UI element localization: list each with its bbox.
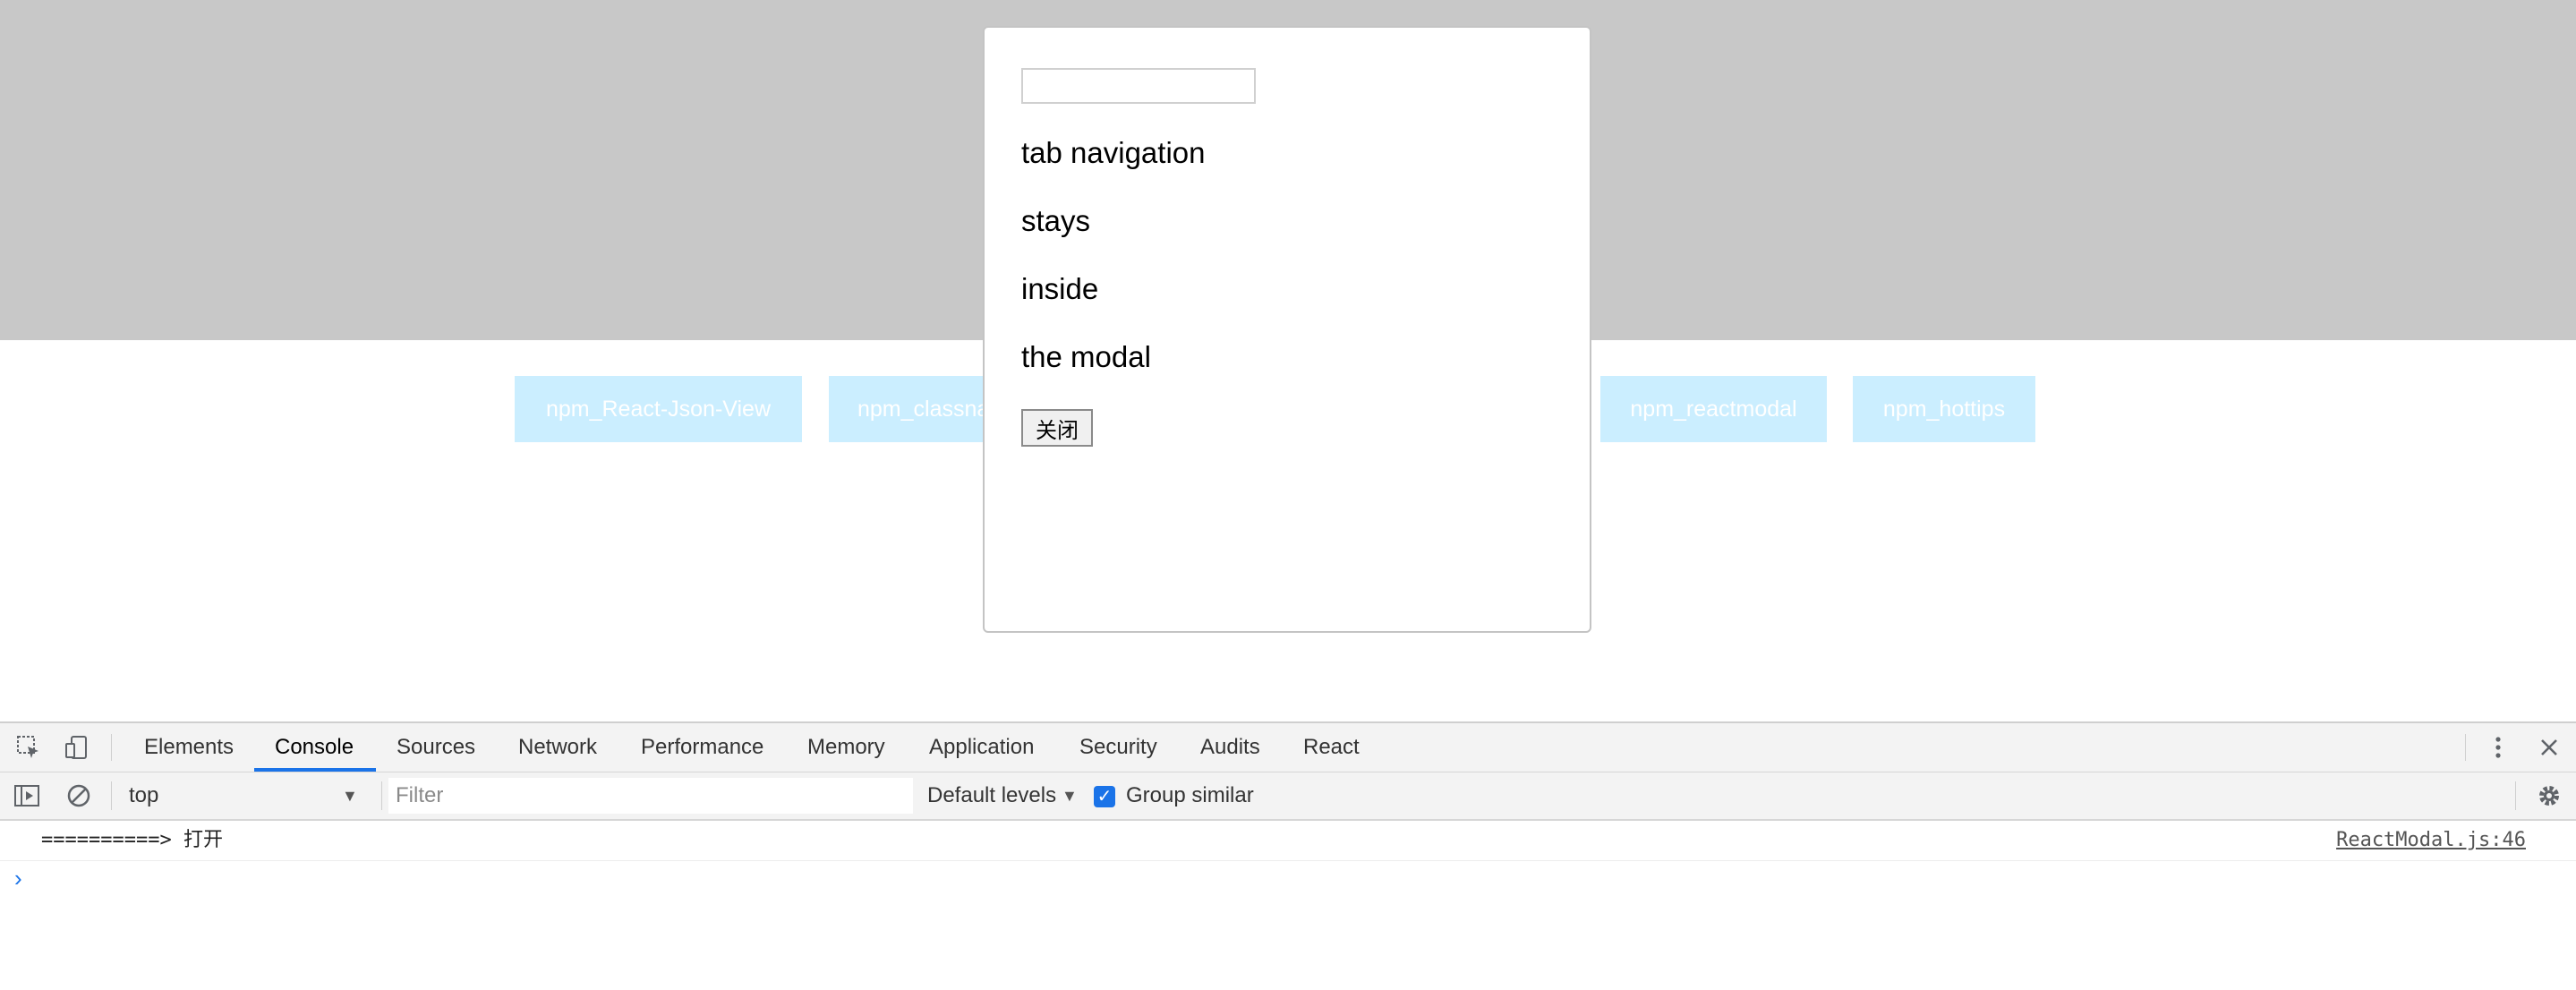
tab-security[interactable]: Security <box>1079 723 1157 772</box>
modal-dialog: tab navigation stays inside the modal 关闭 <box>983 26 1591 633</box>
tab-performance[interactable]: Performance <box>641 723 763 772</box>
show-sidebar-icon[interactable] <box>11 780 43 812</box>
chevron-down-icon: ▼ <box>342 787 358 805</box>
active-tab-indicator <box>254 768 376 772</box>
nav-button-classnames[interactable]: npm_classna <box>829 376 985 442</box>
tab-react[interactable]: React <box>1303 723 1360 772</box>
tab-console[interactable]: Console <box>275 723 354 772</box>
gear-icon[interactable] <box>2533 780 2565 812</box>
toolbar-divider <box>381 781 382 810</box>
group-similar-label: Group similar <box>1126 783 1254 807</box>
nav-button-hottips[interactable]: npm_hottips <box>1853 376 2035 442</box>
console-toolbar: top ▼ Default levels ▼ ✓ Group similar <box>0 772 2576 821</box>
tab-elements[interactable]: Elements <box>144 723 234 772</box>
chevron-down-icon: ▼ <box>1062 787 1078 805</box>
toolbar-divider <box>2465 734 2466 761</box>
modal-text-line: tab navigation <box>1021 136 1206 169</box>
modal-text-line: inside <box>1021 272 1099 305</box>
tab-memory[interactable]: Memory <box>807 723 885 772</box>
toolbar-divider <box>111 781 112 810</box>
devtools-tab-bar: Elements Console Sources Network Perform… <box>0 723 2576 772</box>
console-message-source-link[interactable]: ReactModal.js:46 <box>2336 821 2526 860</box>
tab-sources[interactable]: Sources <box>397 723 475 772</box>
console-prompt-icon[interactable]: › <box>14 862 22 894</box>
close-devtools-icon[interactable] <box>2533 731 2565 764</box>
modal-text-input[interactable] <box>1021 68 1256 104</box>
close-button[interactable]: 关闭 <box>1021 409 1093 447</box>
tab-network[interactable]: Network <box>518 723 597 772</box>
more-options-icon[interactable] <box>2482 731 2514 764</box>
inspect-element-icon[interactable] <box>13 731 45 764</box>
group-similar-checkbox[interactable]: ✓ <box>1094 786 1115 807</box>
toolbar-divider <box>2515 781 2516 810</box>
levels-dropdown[interactable]: Default levels <box>927 772 1056 819</box>
nav-button-react-json-view[interactable]: npm_React-Json-View <box>515 376 802 442</box>
tab-application[interactable]: Application <box>929 723 1034 772</box>
devtools-panel: Elements Console Sources Network Perform… <box>0 721 2576 990</box>
toolbar-divider <box>111 734 112 761</box>
modal-text-line: stays <box>1021 204 1091 237</box>
device-toolbar-icon[interactable] <box>61 731 93 764</box>
nav-button-reactmodal[interactable]: npm_reactmodal <box>1600 376 1827 442</box>
console-message: ==========> 打开 ReactModal.js:46 <box>0 821 2576 861</box>
tab-audits[interactable]: Audits <box>1200 723 1260 772</box>
console-output: ==========> 打开 ReactModal.js:46 › <box>0 821 2576 990</box>
page-content: npm_React-Json-View npm_classna npm_reac… <box>0 0 2576 721</box>
filter-input[interactable] <box>388 778 913 814</box>
clear-console-icon[interactable] <box>63 780 95 812</box>
modal-text-line: the modal <box>1021 340 1151 373</box>
console-message-text: ==========> 打开 <box>41 829 223 851</box>
